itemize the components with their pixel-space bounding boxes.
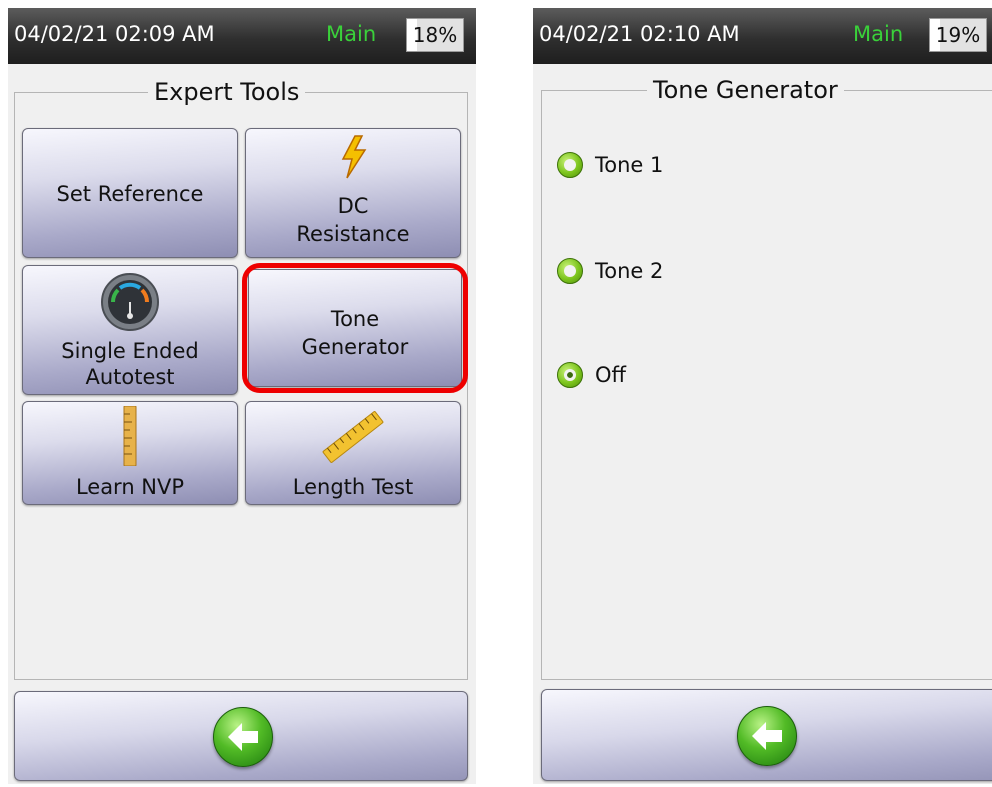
back-button[interactable] bbox=[14, 691, 468, 781]
highlight-box bbox=[242, 263, 468, 393]
back-arrow-icon bbox=[213, 707, 273, 767]
lightning-icon bbox=[338, 135, 368, 184]
battery-indicator: 18% bbox=[406, 18, 464, 52]
radio-label: Tone 2 bbox=[595, 259, 664, 283]
back-arrow-icon bbox=[737, 706, 797, 766]
dc-resistance-label-line2: Resistance bbox=[296, 222, 410, 246]
battery-indicator: 19% bbox=[929, 18, 987, 52]
status-mode: Main bbox=[326, 22, 377, 46]
length-test-button[interactable]: Length Test bbox=[245, 401, 461, 505]
tone-generator-screen: 04/02/21 02:10 AM Main 19% Tone Generato… bbox=[533, 8, 992, 784]
tape-measure-icon bbox=[318, 406, 388, 473]
expert-tools-screen: 04/02/21 02:09 AM Main 18% Expert Tools … bbox=[8, 8, 476, 784]
status-mode: Main bbox=[853, 22, 904, 46]
back-button[interactable] bbox=[541, 689, 992, 781]
learn-nvp-label: Learn NVP bbox=[75, 475, 185, 499]
length-test-label: Length Test bbox=[292, 475, 414, 499]
status-time: 04/02/21 02:09 AM bbox=[14, 22, 215, 46]
radio-circle bbox=[557, 152, 583, 178]
single-ended-label-line1: Single Ended bbox=[61, 339, 199, 363]
status-bar: 04/02/21 02:09 AM Main 18% bbox=[8, 8, 476, 64]
single-ended-autotest-button[interactable]: Single Ended Autotest bbox=[22, 265, 238, 395]
status-bar: 04/02/21 02:10 AM Main 19% bbox=[533, 8, 992, 64]
radio-circle-selected bbox=[557, 362, 583, 388]
set-reference-button[interactable]: Set Reference bbox=[22, 128, 238, 258]
ruler-icon bbox=[123, 405, 137, 471]
gauge-icon bbox=[100, 272, 160, 337]
radio-circle bbox=[557, 258, 583, 284]
single-ended-label-line2: Autotest bbox=[85, 365, 175, 389]
learn-nvp-button[interactable]: Learn NVP bbox=[22, 401, 238, 505]
set-reference-label: Set Reference bbox=[56, 182, 204, 206]
page-title: Tone Generator bbox=[647, 76, 844, 104]
page-title: Expert Tools bbox=[148, 78, 306, 106]
radio-label: Off bbox=[595, 363, 626, 387]
dc-resistance-label-line1: DC bbox=[337, 194, 369, 218]
dc-resistance-button[interactable]: DC Resistance bbox=[245, 128, 461, 258]
radio-label: Tone 1 bbox=[595, 153, 664, 177]
status-time: 04/02/21 02:10 AM bbox=[539, 22, 740, 46]
